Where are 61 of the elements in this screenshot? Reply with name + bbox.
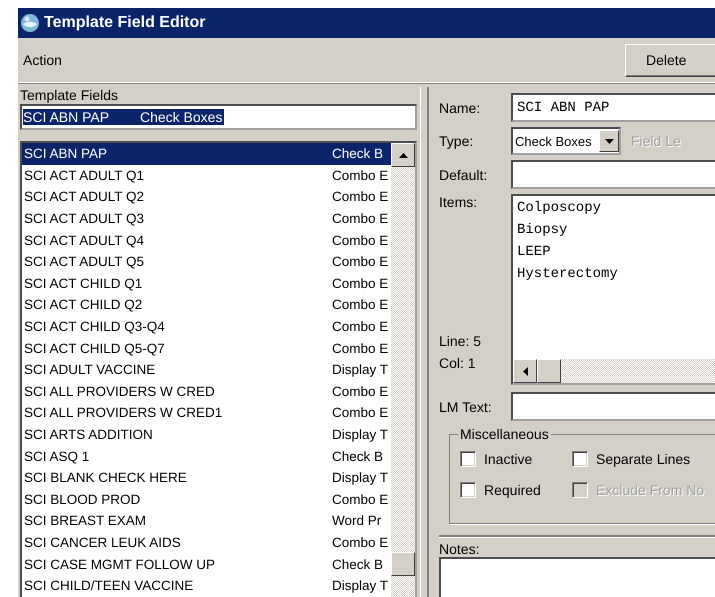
list-row[interactable]: SCI ABN PAP Check B [22, 143, 391, 165]
list-row[interactable]: SCI ADULT VACCINE Display T [22, 358, 391, 381]
list-row[interactable]: SCI ACT ADULT Q5 Combo E [22, 250, 391, 273]
checkbox[interactable] [572, 451, 588, 467]
list-row[interactable]: SCI ACT CHILD Q2 Combo E [22, 294, 391, 316]
column-indicator: Col: 1 [439, 355, 477, 371]
field-label: Default: [439, 166, 488, 182]
delete-button[interactable]: Delete [625, 44, 715, 76]
window-title: Template Field Editor [44, 14, 206, 32]
scroll-thumb[interactable] [391, 552, 415, 576]
menu-item[interactable]: Action [18, 52, 67, 68]
list-row[interactable]: SCI BREAST EXAM Word Pr [22, 510, 391, 532]
notes-field[interactable] [439, 557, 715, 597]
checkbox-label: Required [484, 482, 541, 498]
field-list[interactable] [20, 141, 417, 597]
list-row[interactable]: SCI ACT ADULT Q4 Combo E [22, 229, 391, 251]
list-row[interactable]: SCI CANCER LEUK AIDS Combo E [22, 532, 391, 554]
checkbox-label: Inactive [484, 451, 532, 467]
item-line: LEEP [516, 243, 552, 262]
list-row[interactable]: SCI CHILD/TEEN VACCINE Display T [22, 574, 391, 596]
list-row[interactable]: SCI BLANK CHECK HERE Display T [22, 466, 391, 488]
list-row[interactable]: SCI ACT CHILD Q5-Q7 Combo E [22, 337, 391, 359]
item-line: Hysterectomy [516, 265, 619, 284]
globe-icon [20, 13, 40, 33]
list-row[interactable]: SCI ACT ADULT Q1 Combo E [22, 164, 391, 186]
panel-label: Template Fields [20, 87, 120, 104]
lm-text-field[interactable] [511, 392, 715, 421]
list-row[interactable]: SCI ASQ 1 Check B [22, 445, 391, 467]
type-dropdown[interactable]: Check Boxes [511, 127, 621, 155]
name-field[interactable]: SCI ABN PAP [511, 93, 715, 122]
scroll-thumb[interactable] [537, 359, 561, 383]
group-title: Miscellaneous [458, 426, 551, 442]
splitter[interactable] [420, 87, 429, 597]
item-line: Colposcopy [516, 199, 602, 218]
dropdown-arrow-icon[interactable] [604, 138, 614, 144]
list-row[interactable]: SCI ACT CHILD Q3-Q4 Combo E [22, 316, 391, 338]
line-indicator: Line: 5 [439, 333, 482, 349]
list-row[interactable]: SCI ALL PROVIDERS W CRED1 Combo E [22, 402, 391, 424]
checkbox[interactable] [460, 482, 476, 498]
checkbox-label: Separate Lines [596, 451, 690, 467]
list-row[interactable]: SCI ARTS ADDITION Display T [22, 424, 391, 446]
list-row[interactable]: SCI CASE MGMT FOLLOW UP Check B [22, 553, 391, 575]
field-label: Notes: [439, 541, 480, 558]
field-label: Type: [439, 133, 474, 149]
vertical-scrollbar[interactable] [391, 143, 415, 597]
list-row[interactable]: SCI ACT ADULT Q3 Combo E [22, 208, 391, 230]
list-row[interactable]: SCI ACT CHILD Q1 Combo E [22, 272, 391, 294]
filter-field[interactable]: SCI ABN PAP Check Boxes [20, 104, 417, 130]
list-row[interactable]: SCI ACT ADULT Q2 Combo E [22, 186, 391, 208]
item-line: Biopsy [516, 221, 568, 240]
list-row[interactable]: SCI ALL PROVIDERS W CRED Combo E [22, 380, 391, 402]
list-row[interactable]: SCI BLOOD PROD Combo E [22, 488, 391, 510]
scroll-left-icon[interactable] [522, 366, 528, 376]
field-label: LM Text: [439, 398, 493, 414]
items-field[interactable]: Colposcopy Biopsy LEEP Hysterectomy [511, 194, 715, 385]
checkbox[interactable] [460, 451, 476, 467]
scroll-up-icon[interactable] [398, 152, 408, 158]
field-label: Items: [439, 194, 478, 210]
horizontal-scrollbar[interactable] [513, 359, 715, 383]
default-field[interactable] [511, 160, 715, 189]
field-label: Name: [439, 100, 482, 116]
